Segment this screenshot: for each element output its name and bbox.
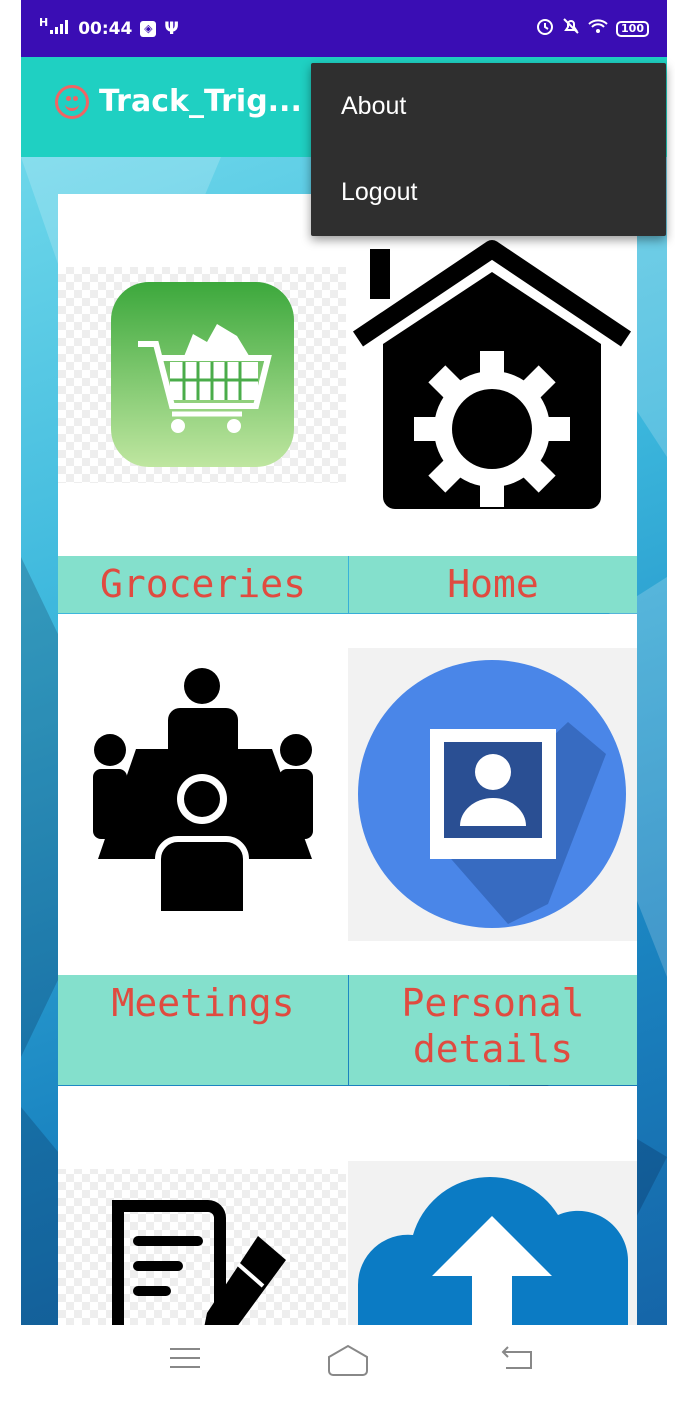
profile-photo-icon <box>348 648 637 941</box>
clock: 00:44 <box>78 18 133 39</box>
personal-details-tile[interactable] <box>348 614 637 975</box>
back-icon[interactable] <box>500 1343 536 1377</box>
overflow-menu: About Logout <box>311 63 666 236</box>
tile-label-home: Home <box>349 556 637 613</box>
tile-label-meetings: Meetings <box>58 975 348 1085</box>
menu-icon[interactable] <box>168 1343 202 1377</box>
alarm-icon <box>536 17 554 40</box>
smiley-icon <box>55 84 89 119</box>
house-gear-icon <box>352 240 632 509</box>
network-type: H <box>39 16 49 29</box>
status-bar: H 00:44 ◈ Ψ 100 <box>21 0 667 57</box>
notes-pencil-icon <box>58 1169 346 1325</box>
signal-icon <box>50 19 70 39</box>
content-background: Groceries Home Meetings Personal details <box>21 157 667 1325</box>
battery-level: 100 <box>616 20 649 37</box>
menu-item-logout[interactable]: Logout <box>311 149 666 235</box>
groceries-tile[interactable] <box>58 194 348 556</box>
notes-tile[interactable] <box>58 1086 348 1325</box>
navigation-bar <box>0 1325 675 1405</box>
home-icon[interactable] <box>325 1343 371 1381</box>
meeting-people-icon <box>93 668 313 917</box>
shopping-cart-icon <box>58 267 346 483</box>
tile-label-groceries: Groceries <box>58 556 348 613</box>
tile-label-personal-details: Personal details <box>349 975 637 1085</box>
home-tile[interactable] <box>348 194 637 556</box>
usb-icon: Ψ <box>164 18 179 39</box>
cloud-upload-icon <box>348 1161 637 1325</box>
wifi-icon <box>588 18 608 39</box>
upload-tile[interactable] <box>348 1086 637 1325</box>
app-title: Track_Trig... <box>99 84 302 119</box>
mute-icon <box>562 17 580 40</box>
meetings-tile[interactable] <box>58 614 348 975</box>
notification-app-icon: ◈ <box>140 20 157 37</box>
menu-item-about[interactable]: About <box>311 63 666 149</box>
